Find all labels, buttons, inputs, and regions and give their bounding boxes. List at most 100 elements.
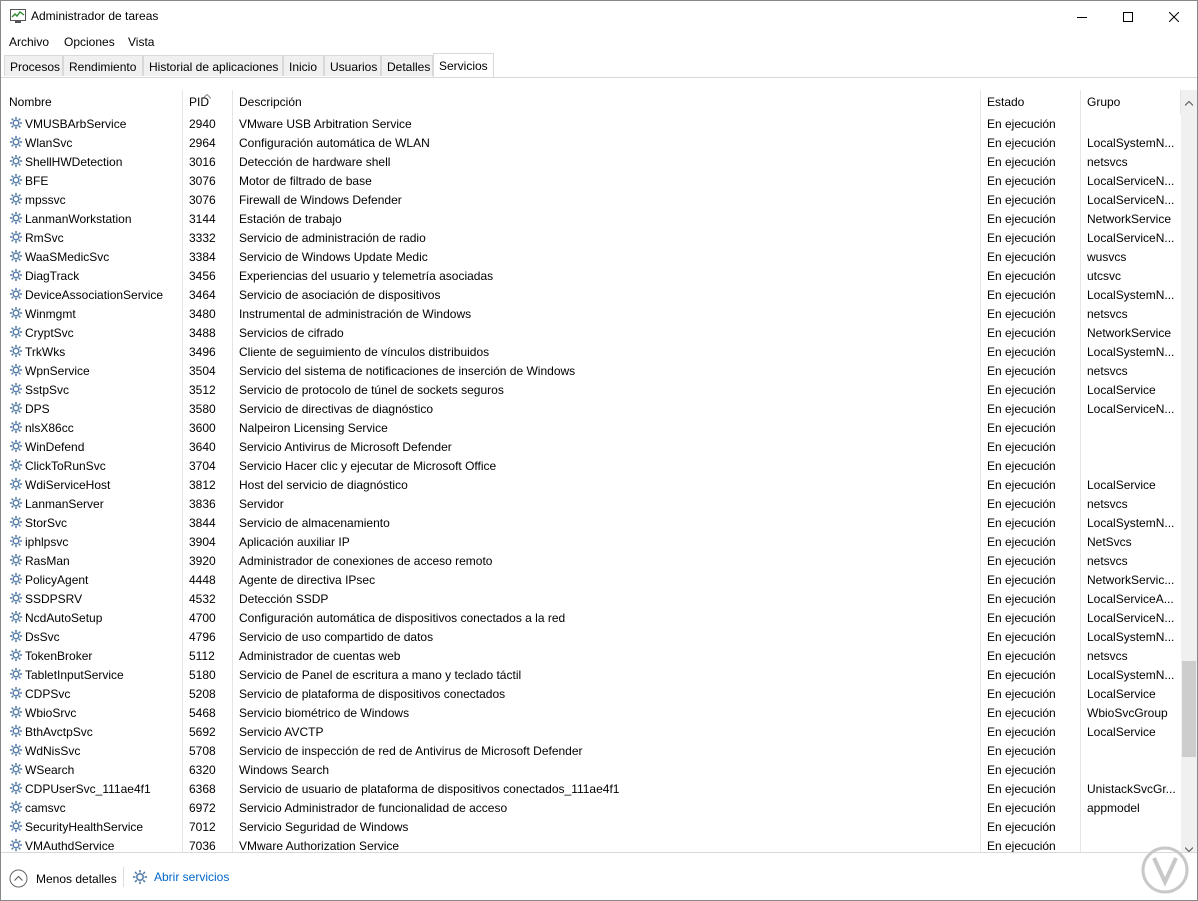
service-status: En ejecución <box>987 820 1056 834</box>
service-gear-icon <box>9 838 23 852</box>
title-bar[interactable]: Administrador de tareas <box>1 1 1197 32</box>
service-pid: 4532 <box>189 592 216 606</box>
open-services-link[interactable]: Abrir servicios <box>132 869 229 885</box>
service-row[interactable]: Winmgmt 3480 Instrumental de administració… <box>1 304 1181 323</box>
service-row[interactable]: nlsX86cc 3600 Nalpeiron Licensing Service E… <box>1 418 1181 437</box>
service-row[interactable]: VMUSBArbService 2940 VMware USB Arbitratio… <box>1 114 1181 133</box>
menu-archivo[interactable]: Archivo <box>9 35 49 49</box>
service-description: Detección SSDP <box>239 592 329 606</box>
service-status: En ejecución <box>987 668 1056 682</box>
service-row[interactable]: DeviceAssociationService 3464 Servicio de … <box>1 285 1181 304</box>
tab-servicios[interactable]: Servicios <box>433 53 494 77</box>
service-pid: 3836 <box>189 497 216 511</box>
tab-historial-aplicaciones[interactable]: Historial de aplicaciones <box>143 55 283 76</box>
service-name: nlsX86cc <box>25 421 74 435</box>
service-group: NetworkService <box>1087 326 1172 340</box>
service-gear-icon <box>9 154 23 168</box>
tab-detalles[interactable]: Detalles <box>381 55 433 76</box>
tab-usuarios[interactable]: Usuarios <box>324 55 381 76</box>
service-row[interactable]: SecurityHealthService 7012 Servicio Seguri… <box>1 817 1181 836</box>
service-row[interactable]: CDPUserSvc_111ae4f1 6368 Servicio de usuar… <box>1 779 1181 798</box>
service-row[interactable]: iphlpsvc 3904 Aplicación auxiliar IP En eje… <box>1 532 1181 551</box>
service-pid: 3480 <box>189 307 216 321</box>
service-row[interactable]: StorSvc 3844 Servicio de almacenamiento En … <box>1 513 1181 532</box>
service-row[interactable]: VMAuthdService 7036 VMware Authorization S… <box>1 836 1181 852</box>
service-pid: 4448 <box>189 573 216 587</box>
service-group: LocalSystemN... <box>1087 136 1175 150</box>
menu-vista[interactable]: Vista <box>128 35 154 49</box>
service-description: VMware Authorization Service <box>239 839 400 852</box>
service-row[interactable]: RasMan 3920 Administrador de conexiones de… <box>1 551 1181 570</box>
service-row[interactable]: TokenBroker 5112 Administrador de cuentas … <box>1 646 1181 665</box>
service-name: DPS <box>25 402 50 416</box>
service-row[interactable]: CryptSvc 3488 Servicios de cifrado En ejecu… <box>1 323 1181 342</box>
service-row[interactable]: TrkWks 3496 Cliente de seguimiento de vínc… <box>1 342 1181 361</box>
service-row[interactable]: SstpSvc 3512 Servicio de protocolo de túne… <box>1 380 1181 399</box>
column-header-pid[interactable]: PID <box>183 90 233 114</box>
service-row[interactable]: BFE 3076 Motor de filtrado de base En ejecu… <box>1 171 1181 190</box>
service-gear-icon <box>9 781 23 795</box>
service-row[interactable]: RmSvc 3332 Servicio de administración de r… <box>1 228 1181 247</box>
column-header-status[interactable]: Estado <box>981 90 1081 114</box>
service-row[interactable]: WaaSMedicSvc 3384 Servicio de Windows Upda… <box>1 247 1181 266</box>
service-row[interactable]: CDPSvc 5208 Servicio de plataforma de disp… <box>1 684 1181 703</box>
scroll-thumb[interactable] <box>1182 661 1196 757</box>
tab-rendimiento[interactable]: Rendimiento <box>63 55 143 76</box>
column-header-description[interactable]: Descripción <box>233 90 981 114</box>
service-group: NetSvcs <box>1087 535 1132 549</box>
service-row[interactable]: mpssvc 3076 Firewall de Windows Defender En… <box>1 190 1181 209</box>
tab-inicio[interactable]: Inicio <box>283 55 324 76</box>
vertical-scrollbar[interactable] <box>1181 90 1197 853</box>
service-row[interactable]: camsvc 6972 Servicio Administrador de func… <box>1 798 1181 817</box>
service-status: En ejecución <box>987 839 1056 852</box>
service-row[interactable]: WdNisSvc 5708 Servicio de inspección de re… <box>1 741 1181 760</box>
service-pid: 3488 <box>189 326 216 340</box>
service-row[interactable]: NcdAutoSetup 4700 Configuración automática… <box>1 608 1181 627</box>
service-row[interactable]: DPS 3580 Servicio de directivas de diagnós… <box>1 399 1181 418</box>
service-pid: 3076 <box>189 193 216 207</box>
service-row[interactable]: WlanSvc 2964 Configuración automática de W… <box>1 133 1181 152</box>
service-pid: 3464 <box>189 288 216 302</box>
minimize-button[interactable] <box>1059 1 1105 32</box>
service-name: PolicyAgent <box>25 573 89 587</box>
service-row[interactable]: WSearch 6320 Windows Search En ejecución <box>1 760 1181 779</box>
service-name: WdiServiceHost <box>25 478 111 492</box>
service-row[interactable]: ClickToRunSvc 3704 Servicio Hacer clic y e… <box>1 456 1181 475</box>
service-gear-icon <box>9 534 23 548</box>
service-status: En ejecución <box>987 440 1056 454</box>
service-row[interactable]: WbioSrvc 5468 Servicio biométrico de Windo… <box>1 703 1181 722</box>
service-row[interactable]: LanmanWorkstation 3144 Estación de trabajo… <box>1 209 1181 228</box>
service-description: Servicio de directivas de diagnóstico <box>239 402 434 416</box>
service-row[interactable]: TabletInputService 5180 Servicio de Panel … <box>1 665 1181 684</box>
service-row[interactable]: WinDefend 3640 Servicio Antivirus de Micro… <box>1 437 1181 456</box>
service-description: Agente de directiva IPsec <box>239 573 376 587</box>
service-row[interactable]: DiagTrack 3456 Experiencias del usuario y … <box>1 266 1181 285</box>
maximize-button[interactable] <box>1105 1 1151 32</box>
service-gear-icon <box>9 116 23 130</box>
service-row[interactable]: PolicyAgent 4448 Agente de directiva IPsec… <box>1 570 1181 589</box>
service-row[interactable]: WpnService 3504 Servicio del sistema de no… <box>1 361 1181 380</box>
service-row[interactable]: DsSvc 4796 Servicio de uso compartido de d… <box>1 627 1181 646</box>
close-button[interactable] <box>1151 1 1197 32</box>
service-gear-icon <box>9 135 23 149</box>
service-status: En ejecución <box>987 326 1056 340</box>
menu-opciones[interactable]: Opciones <box>64 35 115 49</box>
service-description: Firewall de Windows Defender <box>239 193 402 207</box>
service-name: WdNisSvc <box>25 744 81 758</box>
service-description: Instrumental de administración de Window… <box>239 307 472 321</box>
service-pid: 5208 <box>189 687 216 701</box>
service-row[interactable]: ShellHWDetection 3016 Detección de hardwar… <box>1 152 1181 171</box>
tab-procesos[interactable]: Procesos <box>4 55 63 76</box>
column-header-group[interactable]: Grupo <box>1081 90 1181 114</box>
service-group: wusvcs <box>1087 250 1127 264</box>
service-row[interactable]: SSDPSRV 4532 Detección SSDP En ejecución Loc… <box>1 589 1181 608</box>
service-status: En ejecución <box>987 573 1056 587</box>
less-details-button[interactable]: Menos detalles <box>9 869 117 888</box>
service-name: WinDefend <box>25 440 85 454</box>
service-group: UnistackSvcGr... <box>1087 782 1176 796</box>
scroll-up-icon[interactable] <box>1184 95 1194 109</box>
service-row[interactable]: BthAvctpSvc 5692 Servicio AVCTP En ejecució… <box>1 722 1181 741</box>
service-row[interactable]: WdiServiceHost 3812 Host del servicio de d… <box>1 475 1181 494</box>
column-header-name[interactable]: Nombre <box>1 90 183 114</box>
service-row[interactable]: LanmanServer 3836 Servidor En ejecución nets… <box>1 494 1181 513</box>
